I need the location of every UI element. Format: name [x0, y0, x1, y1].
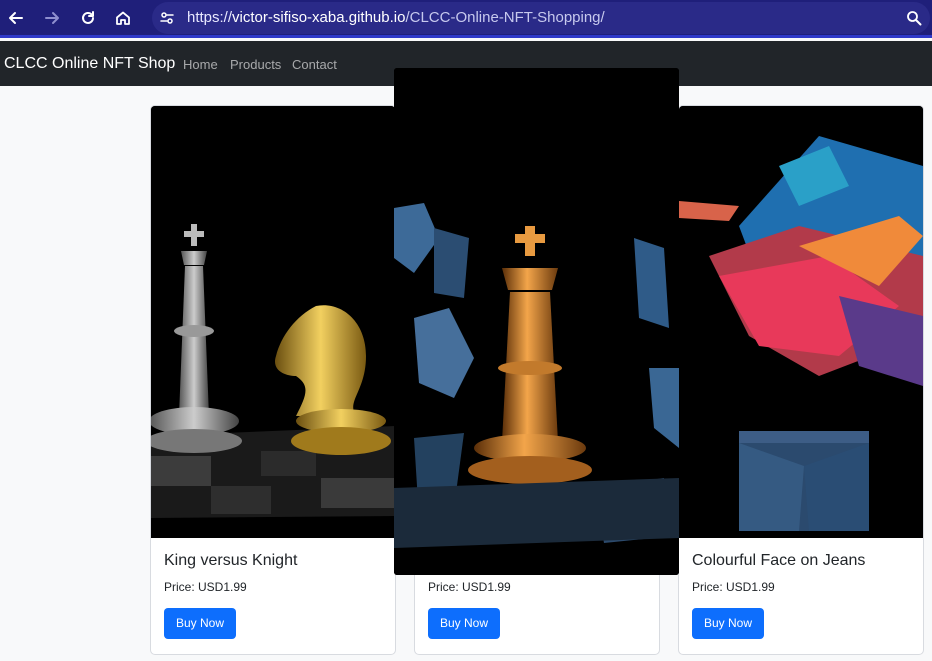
product-price: Price: USD1.99 — [692, 580, 775, 594]
url-path: /CLCC-Online-NFT-Shopping/ — [405, 9, 605, 26]
site-settings-icon — [160, 12, 174, 24]
browser-toolbar: https://victor-sifiso-xaba.github.io/CLC… — [0, 0, 932, 38]
url-prefix: https:// — [187, 9, 233, 26]
nav-link-products[interactable]: Products — [230, 57, 281, 72]
chess-king-mosaic-image — [394, 68, 679, 575]
back-arrow-icon — [9, 12, 23, 24]
site-settings-button[interactable] — [155, 6, 179, 30]
forward-button[interactable] — [40, 6, 64, 30]
enlarged-product-image[interactable] — [394, 68, 679, 575]
product-card: Colourful Face on Jeans Price: USD1.99 B… — [678, 105, 924, 655]
buy-now-button[interactable]: Buy Now — [164, 608, 236, 639]
product-price: Price: USD1.99 — [428, 580, 511, 594]
url-text[interactable]: https://victor-sifiso-xaba.github.io/CLC… — [187, 9, 605, 26]
brand-link[interactable]: CLCC Online NFT Shop — [4, 55, 175, 73]
back-button[interactable] — [4, 6, 28, 30]
colourful-face-jeans-image — [679, 106, 923, 538]
product-price: Price: USD1.99 — [164, 580, 247, 594]
reload-icon — [82, 11, 94, 24]
buy-now-button[interactable]: Buy Now — [428, 608, 500, 639]
home-icon — [116, 11, 130, 25]
toolbar-divider — [0, 35, 932, 38]
home-button[interactable] — [111, 6, 135, 30]
url-host: victor-sifiso-xaba.github.io — [232, 9, 406, 26]
product-image[interactable] — [679, 106, 923, 538]
product-title: King versus Knight — [164, 552, 298, 569]
product-title: Colourful Face on Jeans — [692, 552, 866, 569]
buy-now-button[interactable]: Buy Now — [692, 608, 764, 639]
chess-king-knight-image — [151, 106, 395, 538]
product-image[interactable] — [151, 106, 395, 538]
reload-button[interactable] — [76, 6, 100, 30]
forward-arrow-icon — [45, 12, 59, 24]
zoom-icon — [907, 11, 922, 26]
zoom-button[interactable] — [902, 6, 926, 30]
nav-link-contact[interactable]: Contact — [292, 57, 337, 72]
product-card: King versus Knight Price: USD1.99 Buy No… — [150, 105, 396, 655]
nav-link-home[interactable]: Home — [183, 57, 218, 72]
